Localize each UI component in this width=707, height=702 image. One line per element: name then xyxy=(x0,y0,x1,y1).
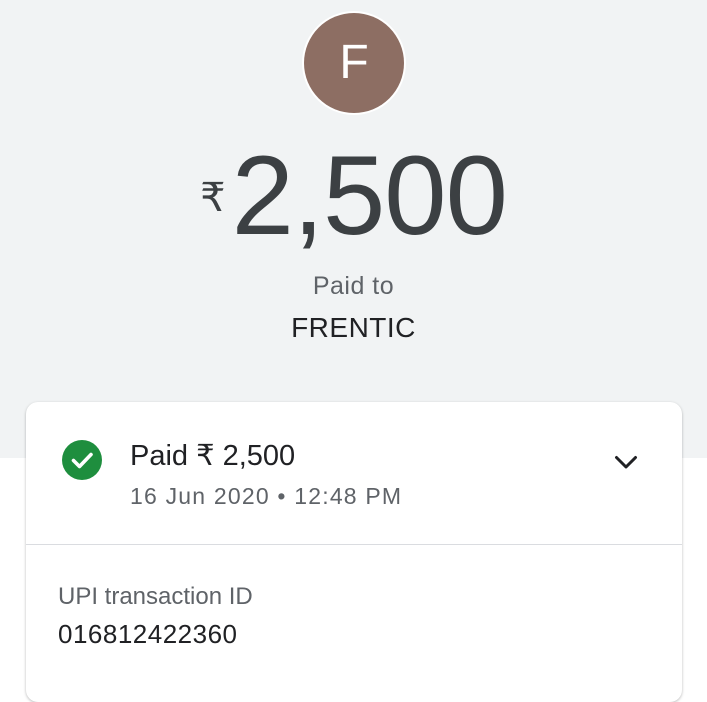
payment-amount: ₹2,500 xyxy=(0,140,707,252)
payee-avatar: F xyxy=(304,13,404,113)
payment-datetime: 16 Jun 2020 • 12:48 PM xyxy=(130,483,403,509)
paid-to-label: Paid to xyxy=(312,272,395,300)
transaction-id-value[interactable]: 016812422360 xyxy=(58,618,238,650)
chevron-down-icon xyxy=(615,456,637,469)
payment-status-title: Paid ₹ 2,500 xyxy=(130,440,296,472)
transaction-details-card: Paid ₹ 2,500 16 Jun 2020 • 12:48 PM UPI … xyxy=(26,402,682,702)
check-circle-icon xyxy=(62,440,102,480)
currency-symbol: ₹ xyxy=(200,176,226,220)
card-divider xyxy=(26,544,682,545)
avatar-initial: F xyxy=(339,36,369,89)
transaction-id-label: UPI transaction ID xyxy=(58,583,253,610)
payee-name: FRENTIC xyxy=(291,312,416,343)
expand-details-button[interactable] xyxy=(606,442,646,482)
amount-value: 2,500 xyxy=(231,133,508,258)
